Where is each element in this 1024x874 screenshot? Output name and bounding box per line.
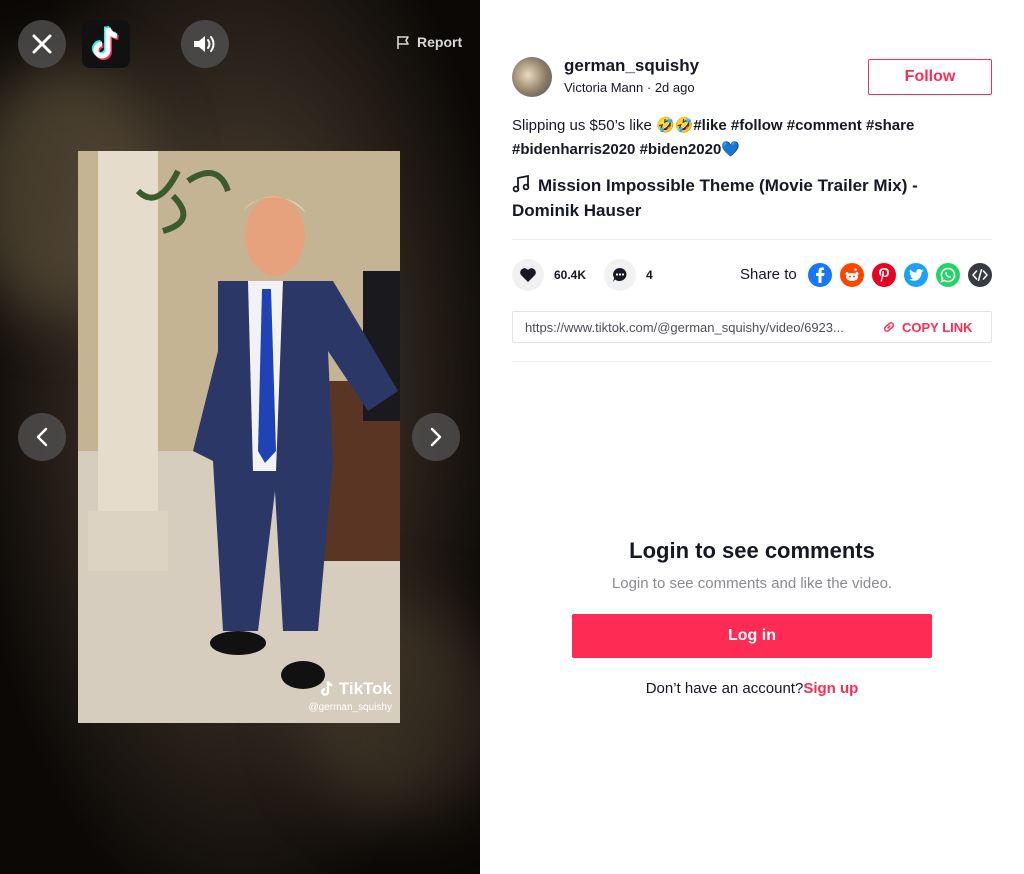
- subline-separator: ·: [643, 80, 655, 95]
- next-video-button[interactable]: [412, 413, 460, 461]
- watermark-username: @german_squishy: [308, 702, 392, 713]
- hashtag-link[interactable]: #comment: [787, 117, 862, 134]
- video-info-panel: german_squishy Victoria Mann · 2d ago Fo…: [480, 0, 1024, 874]
- embed-icon[interactable]: [968, 263, 992, 287]
- avatar[interactable]: [512, 57, 552, 97]
- chevron-right-icon: [430, 427, 442, 447]
- report-label: Report: [417, 34, 463, 50]
- like-stat: 60.4K: [512, 259, 586, 291]
- tiktok-note-icon: [92, 25, 119, 60]
- video-still: [78, 151, 400, 723]
- comment-icon: [613, 268, 627, 282]
- hashtag-link[interactable]: #bidenharris2020: [512, 141, 635, 158]
- pinterest-icon[interactable]: [872, 263, 896, 287]
- signup-link[interactable]: Sign up: [803, 680, 858, 697]
- music-note-icon: [512, 174, 530, 193]
- close-button[interactable]: [18, 20, 66, 68]
- heart-emoji: 💙: [721, 141, 740, 158]
- facebook-icon[interactable]: [808, 263, 832, 287]
- no-account-text: Don’t have an account?: [645, 680, 804, 697]
- copy-link-label: COPY LINK: [902, 319, 973, 335]
- share-link-box: https://www.tiktok.com/@german_squishy/v…: [512, 311, 992, 343]
- caption-text: Slipping us $50’s like 🤣🤣: [512, 117, 694, 134]
- hashtag-link[interactable]: #follow: [731, 117, 783, 134]
- login-prompt-subtitle: Login to see comments and like the video…: [611, 575, 893, 592]
- twitter-icon[interactable]: [904, 263, 928, 287]
- video-frame[interactable]: TikTok @german_squishy: [78, 151, 400, 723]
- video-player-panel: Report TikTok @german_squishy: [0, 0, 480, 874]
- video-caption: Slipping us $50’s like 🤣🤣#like #follow #…: [512, 114, 972, 162]
- whatsapp-icon[interactable]: [936, 263, 960, 287]
- chevron-left-icon: [36, 427, 48, 447]
- divider: [512, 239, 992, 240]
- watermark-brand: TikTok: [338, 679, 392, 698]
- author-display-name: Victoria Mann: [564, 80, 644, 95]
- hashtag-link[interactable]: #like: [693, 117, 726, 134]
- hashtag-link[interactable]: #share: [866, 117, 914, 134]
- tiktok-logo[interactable]: [82, 20, 130, 68]
- hashtag-link[interactable]: #biden2020: [640, 141, 722, 158]
- previous-video-button[interactable]: [18, 413, 66, 461]
- signup-prompt: Don’t have an account?Sign up: [480, 680, 1024, 697]
- follow-button[interactable]: Follow: [868, 59, 992, 95]
- login-prompt-title: Login to see comments: [629, 538, 875, 563]
- tiktok-note-icon: [320, 681, 333, 696]
- music-title: Mission Impossible Theme (Movie Trailer …: [512, 176, 918, 220]
- divider: [512, 361, 992, 362]
- copy-link-button[interactable]: COPY LINK: [882, 320, 973, 335]
- like-button[interactable]: [512, 259, 544, 291]
- link-icon: [883, 322, 895, 332]
- author-subline: Victoria Mann · 2d ago: [564, 80, 695, 95]
- close-icon: [32, 34, 52, 54]
- speaker-icon: [194, 36, 215, 52]
- like-count: 60.4K: [554, 268, 587, 282]
- comment-count: 4: [646, 268, 653, 282]
- share-link-url[interactable]: https://www.tiktok.com/@german_squishy/v…: [525, 320, 870, 335]
- reddit-icon[interactable]: [840, 263, 864, 287]
- video-watermark: TikTok @german_squishy: [308, 679, 392, 713]
- author-username[interactable]: german_squishy: [564, 56, 699, 76]
- heart-icon: [520, 268, 536, 282]
- share-label: Share to: [740, 266, 797, 283]
- comment-stat: 4: [604, 259, 653, 291]
- post-time: 2d ago: [654, 80, 695, 95]
- report-button[interactable]: Report: [396, 34, 462, 50]
- flag-icon: [397, 35, 409, 49]
- comment-button[interactable]: [604, 259, 636, 291]
- volume-button[interactable]: [181, 20, 229, 68]
- login-button[interactable]: Log in: [572, 614, 932, 658]
- music-link[interactable]: Mission Impossible Theme (Movie Trailer …: [512, 173, 962, 223]
